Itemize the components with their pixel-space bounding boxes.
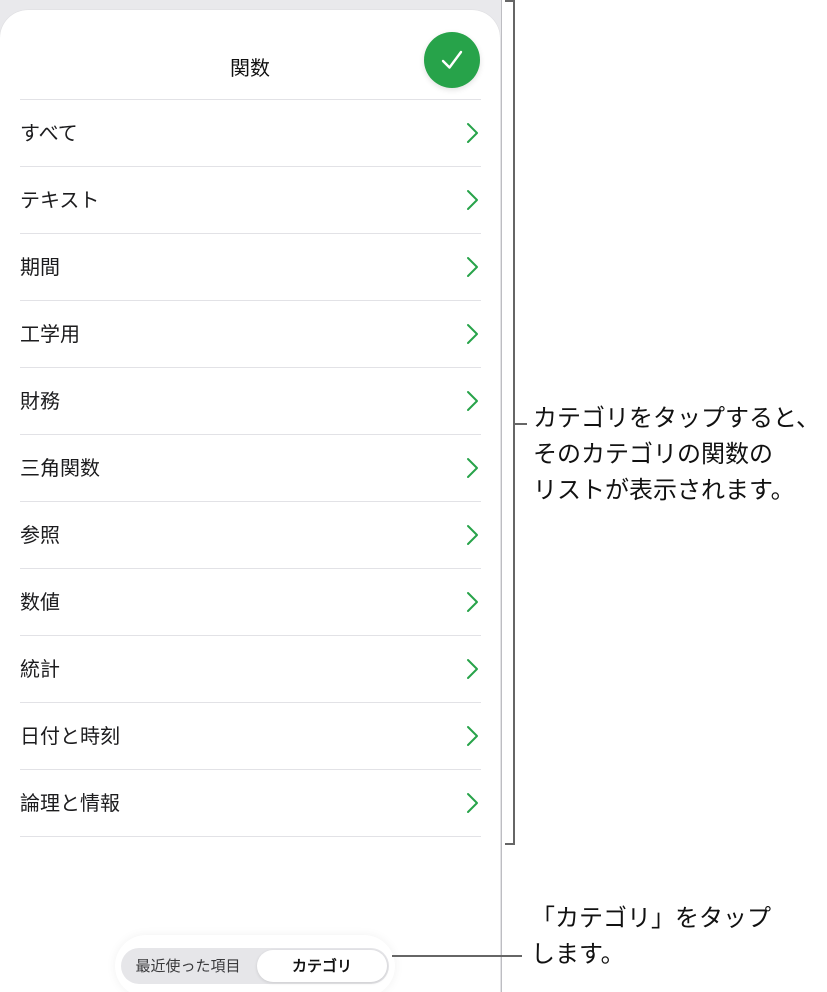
category-item-date-time[interactable]: 日付と時刻: [20, 703, 481, 770]
category-item-reference[interactable]: 参照: [20, 502, 481, 569]
tab-category[interactable]: カテゴリ: [257, 950, 387, 982]
chevron-right-icon: [467, 525, 478, 545]
callout-tab-text: 「カテゴリ」をタップ します。: [531, 904, 771, 968]
chevron-right-icon: [467, 324, 478, 344]
chevron-right-icon: [467, 793, 478, 813]
chevron-right-icon: [467, 257, 478, 277]
done-button[interactable]: [424, 32, 480, 88]
chevron-right-icon: [467, 458, 478, 478]
category-item-engineering[interactable]: 工学用: [20, 301, 481, 368]
chevron-right-icon: [467, 659, 478, 679]
category-item-duration[interactable]: 期間: [20, 234, 481, 301]
category-item-numeric[interactable]: 数値: [20, 569, 481, 636]
category-label: テキスト: [20, 188, 100, 212]
chevron-right-icon: [467, 726, 478, 746]
category-item-trigonometric[interactable]: 三角関数: [20, 435, 481, 502]
category-label: 統計: [20, 657, 60, 681]
category-item-text[interactable]: テキスト: [20, 167, 481, 234]
callout-bracket-tick: [515, 423, 527, 425]
category-item-financial[interactable]: 財務: [20, 368, 481, 435]
category-item-logical-info[interactable]: 論理と情報: [20, 770, 481, 837]
category-label: 論理と情報: [20, 791, 120, 815]
chevron-right-icon: [467, 391, 478, 411]
category-label: 日付と時刻: [20, 724, 120, 748]
chevron-right-icon: [467, 190, 478, 210]
chevron-right-icon: [467, 123, 478, 143]
functions-sheet: 関数 すべて テキスト 期間 工学用 財務 三角関数 参照 数値 統計 日付と時…: [0, 10, 500, 992]
category-label: 期間: [20, 255, 60, 279]
category-label: 三角関数: [20, 456, 100, 480]
category-label: すべて: [20, 121, 78, 145]
checkmark-icon: [441, 50, 463, 69]
view-segmented-control: 最近使った項目 カテゴリ: [115, 935, 395, 992]
category-list: すべて テキスト 期間 工学用 財務 三角関数 参照 数値 統計 日付と時刻 論…: [20, 99, 481, 837]
tab-recent[interactable]: 最近使った項目: [121, 948, 255, 984]
category-label: 参照: [20, 523, 60, 547]
category-label: 財務: [20, 389, 60, 413]
category-label: 数値: [20, 590, 60, 614]
callout-categories-text: カテゴリをタップすると、 そのカテゴリの関数の リストが表示されます。: [533, 404, 821, 504]
category-item-statistical[interactable]: 統計: [20, 636, 481, 703]
callout-bracket: [505, 0, 515, 845]
chevron-right-icon: [467, 592, 478, 612]
device-frame: 関数 すべて テキスト 期間 工学用 財務 三角関数 参照 数値 統計 日付と時…: [0, 0, 502, 992]
callout-connector-line: [392, 955, 522, 957]
segmented-track: 最近使った項目 カテゴリ: [121, 948, 389, 984]
category-label: 工学用: [20, 322, 80, 346]
category-item-all[interactable]: すべて: [20, 100, 481, 167]
